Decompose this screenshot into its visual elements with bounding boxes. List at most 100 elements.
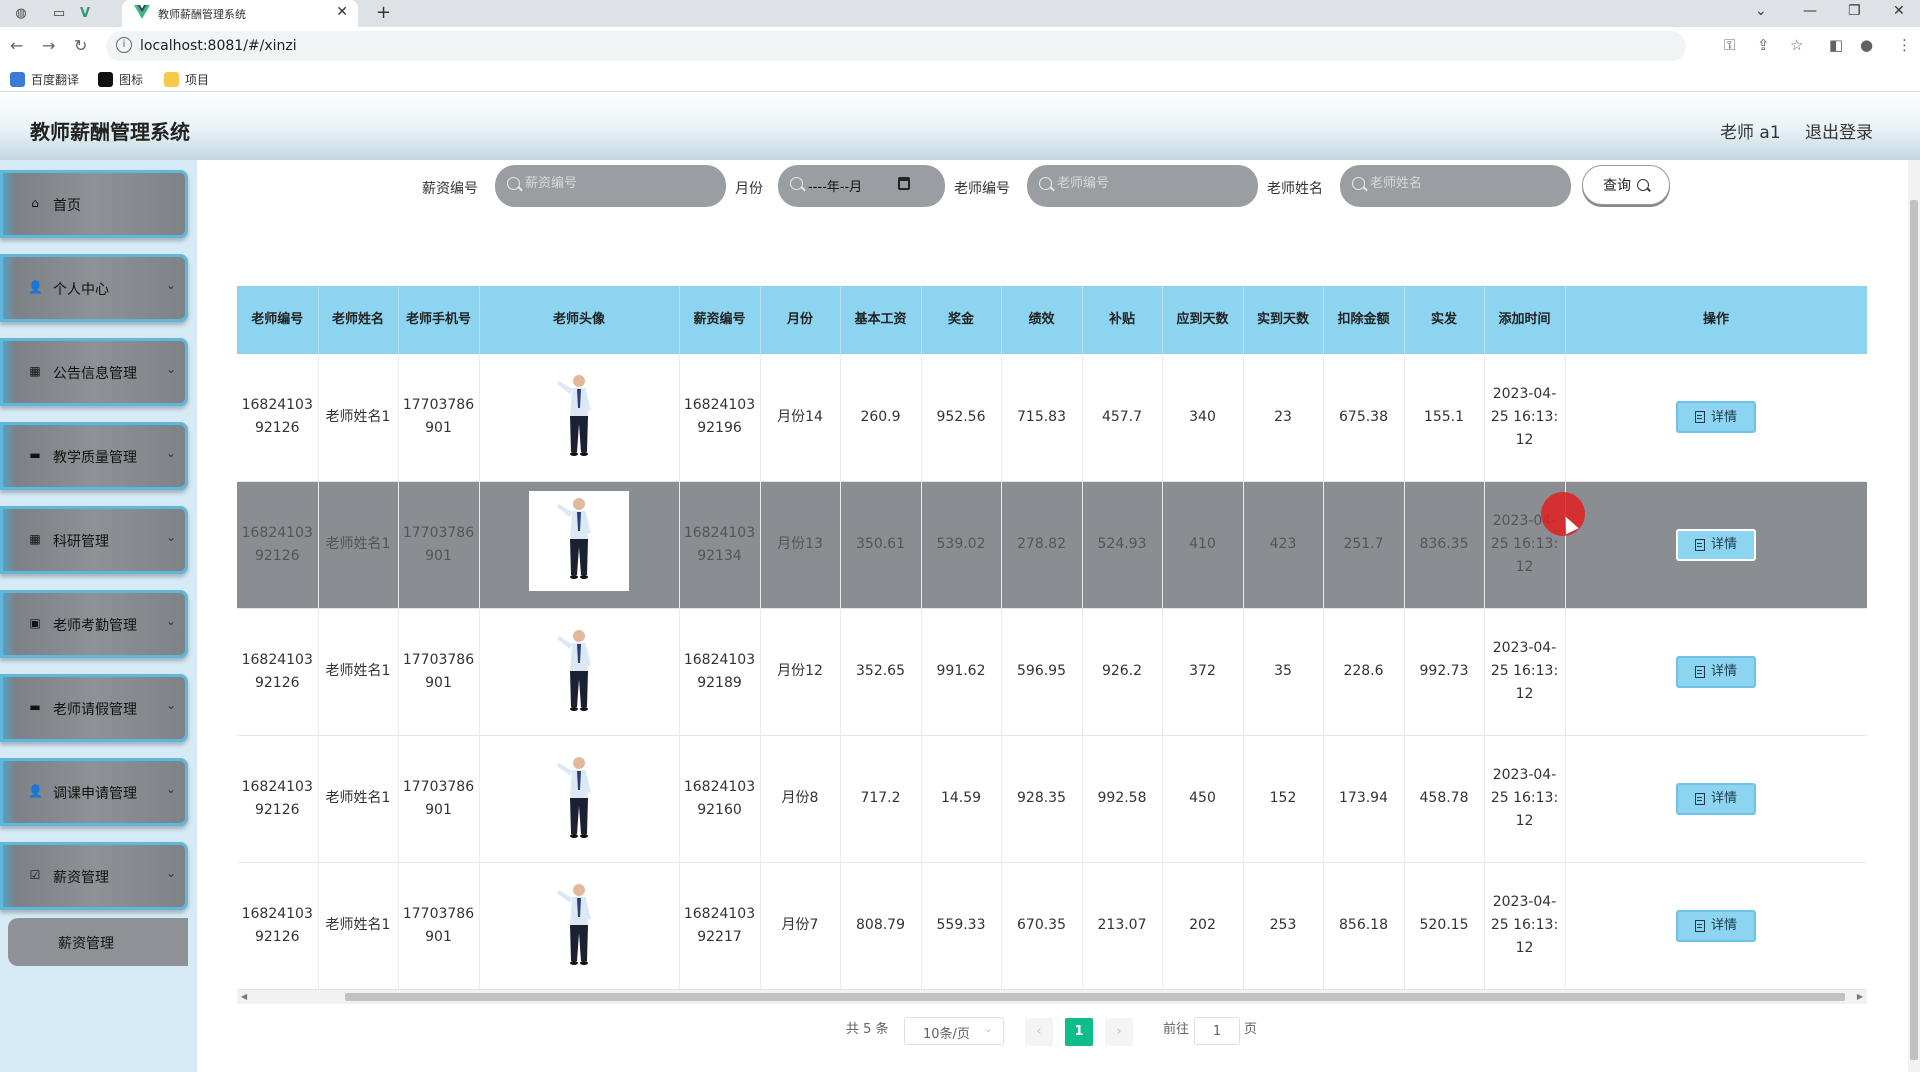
clipboard-icon: ▣	[29, 616, 41, 630]
next-page-button[interactable]: ›	[1105, 1018, 1133, 1046]
omnibox[interactable]: i localhost:8081/#/xinzi	[106, 31, 1686, 61]
user-icon: 👤	[28, 280, 43, 294]
cell-actual-days: 152	[1243, 735, 1324, 863]
sidebar-item-notice[interactable]: ▦ 公告信息管理 ⌄	[0, 338, 188, 406]
cell-base: 260.9	[840, 354, 922, 482]
chevron-down-icon[interactable]: ⌄	[1755, 3, 1767, 19]
prev-page-button[interactable]: ‹	[1025, 1018, 1053, 1046]
detail-button[interactable]: 详情	[1676, 782, 1756, 815]
sidebar-item-home[interactable]: ⌂ 首页	[0, 170, 188, 238]
star-icon[interactable]: ☆	[1790, 36, 1803, 54]
window-close-icon[interactable]: ✕	[1893, 3, 1905, 19]
bookmark-project[interactable]: 项目	[164, 71, 209, 88]
teacher-name-input[interactable]	[1370, 176, 1520, 191]
page-size-select[interactable]: 10条/页 ⌄	[904, 1017, 1004, 1045]
cell-due-days: 410	[1162, 481, 1244, 609]
cell-bonus: 14.59	[921, 735, 1002, 863]
scroll-right-icon[interactable]: ▶	[1857, 992, 1863, 1001]
cell-actual-days: 23	[1243, 354, 1324, 482]
avatar[interactable]	[539, 623, 619, 713]
active-tab[interactable]: 教师薪酬管理系统 ✕	[122, 0, 358, 27]
detail-button[interactable]: 详情	[1676, 528, 1756, 561]
detail-button[interactable]: 详情	[1676, 909, 1756, 942]
avatar-cell	[479, 862, 680, 990]
sidebar-item-personal[interactable]: 👤 个人中心 ⌄	[0, 254, 188, 322]
col-header: 添加时间	[1484, 286, 1566, 354]
col-header: 基本工资	[840, 286, 922, 354]
forward-icon[interactable]: →	[42, 36, 55, 55]
chevron-down-icon: ⌄	[165, 446, 176, 460]
side-panel-icon[interactable]: ◧	[1829, 36, 1843, 54]
sidebar-item-teaching-quality[interactable]: ▬ 教学质量管理 ⌄	[0, 422, 188, 490]
avatar[interactable]	[529, 490, 629, 591]
query-button[interactable]: 查询	[1582, 165, 1670, 205]
sidebar-item-attendance[interactable]: ▣ 老师考勤管理 ⌄	[0, 590, 188, 658]
salary-no-input-wrap	[495, 165, 726, 207]
minimize-icon[interactable]: —	[1803, 3, 1817, 19]
table-row[interactable]: 1682410392126 老师姓名1 17703786901 16824103921…	[237, 608, 1867, 736]
goto-page-input[interactable]	[1194, 1017, 1240, 1045]
cell-teacher-no: 1682410392126	[237, 354, 319, 482]
month-picker[interactable]: ----年--月	[778, 165, 945, 207]
salary-no-input[interactable]	[525, 176, 675, 191]
document-icon	[1694, 792, 1705, 805]
share-icon[interactable]: ⇪	[1757, 36, 1770, 54]
close-tab-icon[interactable]: ✕	[336, 4, 348, 20]
cell-teacher-name: 老师姓名1	[318, 608, 399, 736]
current-user: 老师 a1	[1720, 123, 1781, 143]
chevron-down-icon: ⌄	[165, 362, 176, 376]
cell-subsidy: 457.7	[1082, 354, 1163, 482]
col-header: 操作	[1565, 286, 1867, 354]
address-bar-row: ← → ↻ i localhost:8081/#/xinzi	[0, 27, 1920, 65]
cell-teacher-no: 1682410392126	[237, 481, 319, 609]
sidebar-item-course-change[interactable]: 👤 调课申请管理 ⌄	[0, 758, 188, 826]
page-number-1[interactable]: 1	[1065, 1018, 1093, 1046]
teacher-name-label: 老师姓名	[1267, 181, 1323, 197]
detail-button[interactable]: 详情	[1676, 655, 1756, 688]
teacher-no-input[interactable]	[1057, 176, 1207, 191]
cell-teacher-no: 1682410392126	[237, 608, 319, 736]
scroll-left-icon[interactable]: ◀	[241, 992, 247, 1001]
kebab-menu-icon[interactable]: ⋮	[1897, 36, 1912, 54]
cell-deduct: 251.7	[1323, 481, 1405, 609]
vue-tab-icon[interactable]: V	[76, 4, 94, 22]
scrollbar-thumb[interactable]	[1910, 200, 1918, 1060]
cell-net: 992.73	[1404, 608, 1485, 736]
vertical-scrollbar[interactable]	[1908, 160, 1920, 1072]
teacher-name-input-wrap	[1340, 165, 1571, 207]
reload-icon[interactable]: ↻	[74, 36, 87, 55]
bookmark-icons[interactable]: 图标	[98, 71, 143, 88]
globe-icon[interactable]: ◍	[12, 4, 30, 22]
document-icon	[1694, 411, 1705, 424]
new-tab-icon[interactable]: +	[376, 2, 391, 23]
table-row[interactable]: 1682410392126 老师姓名1 17703786901 16824103921…	[237, 354, 1867, 482]
info-icon[interactable]: i	[116, 37, 132, 53]
restore-icon[interactable]: ❐	[1848, 3, 1861, 19]
profile-icon[interactable]: ●	[1860, 36, 1873, 54]
sidebar-item-leave[interactable]: ▬ 老师请假管理 ⌄	[0, 674, 188, 742]
avatar-cell	[479, 608, 680, 736]
chevron-down-icon: ⌄	[165, 530, 176, 544]
scrollbar-thumb[interactable]	[345, 993, 1845, 1001]
horizontal-scrollbar[interactable]: ◀ ▶	[237, 990, 1867, 1004]
bookmark-baidu-translate[interactable]: 百度翻译	[10, 71, 79, 88]
search-icon	[790, 177, 803, 190]
col-header: 奖金	[921, 286, 1002, 354]
avatar[interactable]	[539, 750, 619, 840]
table-row[interactable]: 1682410392126 老师姓名1 17703786901 16824103922…	[237, 862, 1867, 990]
calendar-icon[interactable]	[898, 177, 910, 190]
cell-phone: 17703786901	[398, 862, 480, 990]
blank-tab-icon[interactable]: ▭	[50, 4, 68, 22]
url-text[interactable]: localhost:8081/#/xinzi	[140, 38, 297, 54]
sidebar-item-research[interactable]: ▦ 科研管理 ⌄	[0, 506, 188, 574]
table-row[interactable]: 1682410392126 老师姓名1 17703786901 16824103921…	[237, 735, 1867, 863]
back-icon[interactable]: ←	[10, 36, 23, 55]
avatar[interactable]	[539, 877, 619, 967]
logout-button[interactable]: 退出登录	[1805, 118, 1873, 143]
detail-button[interactable]: 详情	[1676, 401, 1756, 434]
sidebar-item-salary[interactable]: ☑ 薪资管理 ⌄	[0, 842, 188, 910]
table-row[interactable]: 1682410392126 老师姓名1 17703786901 16824103921…	[237, 481, 1867, 609]
avatar[interactable]	[539, 368, 619, 458]
key-icon[interactable]: ⚿	[1724, 36, 1735, 54]
sidebar-subitem-salary[interactable]: 薪资管理	[8, 918, 188, 966]
